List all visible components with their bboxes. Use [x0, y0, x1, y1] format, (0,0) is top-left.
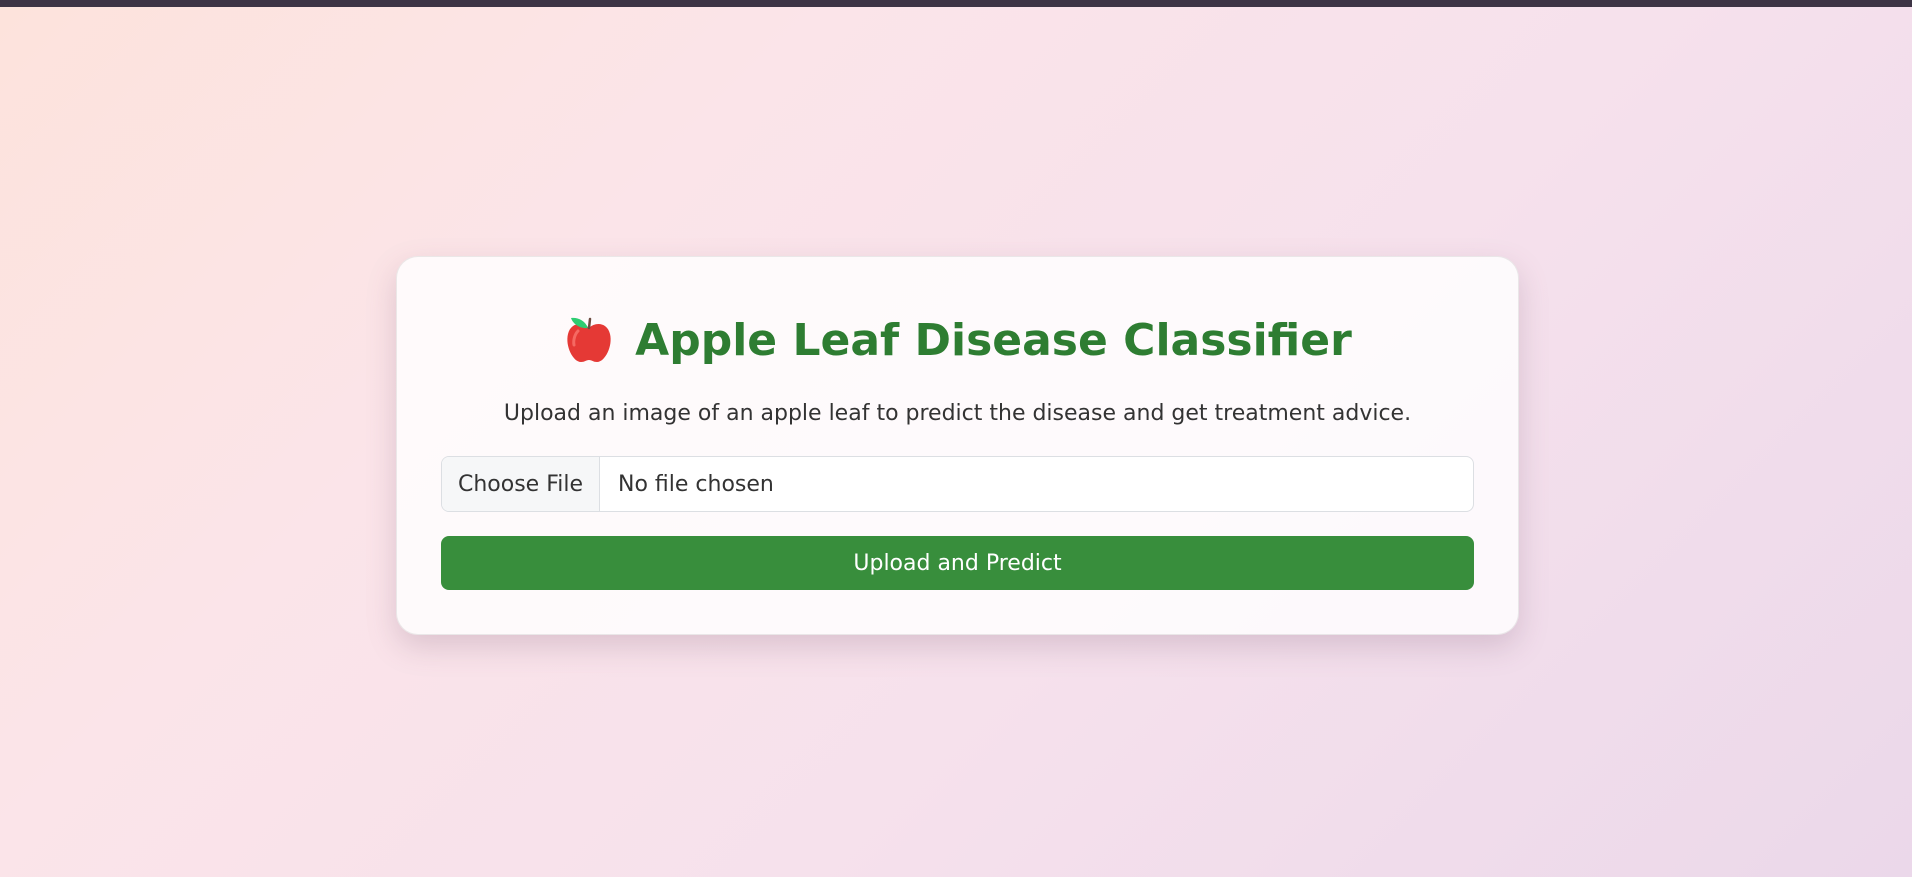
title-row: Apple Leaf Disease Classifier — [397, 305, 1518, 375]
classifier-card: Apple Leaf Disease Classifier Upload an … — [396, 256, 1519, 635]
page-title: Apple Leaf Disease Classifier — [635, 314, 1352, 366]
window-top-bar — [0, 0, 1912, 7]
apple-icon — [563, 314, 615, 366]
file-input[interactable]: Choose File No file chosen — [441, 456, 1474, 512]
choose-file-button[interactable]: Choose File — [442, 457, 600, 511]
page-subtitle: Upload an image of an apple leaf to pred… — [503, 401, 1412, 426]
upload-and-predict-button[interactable]: Upload and Predict — [441, 536, 1474, 590]
file-status-text: No file chosen — [618, 471, 774, 497]
